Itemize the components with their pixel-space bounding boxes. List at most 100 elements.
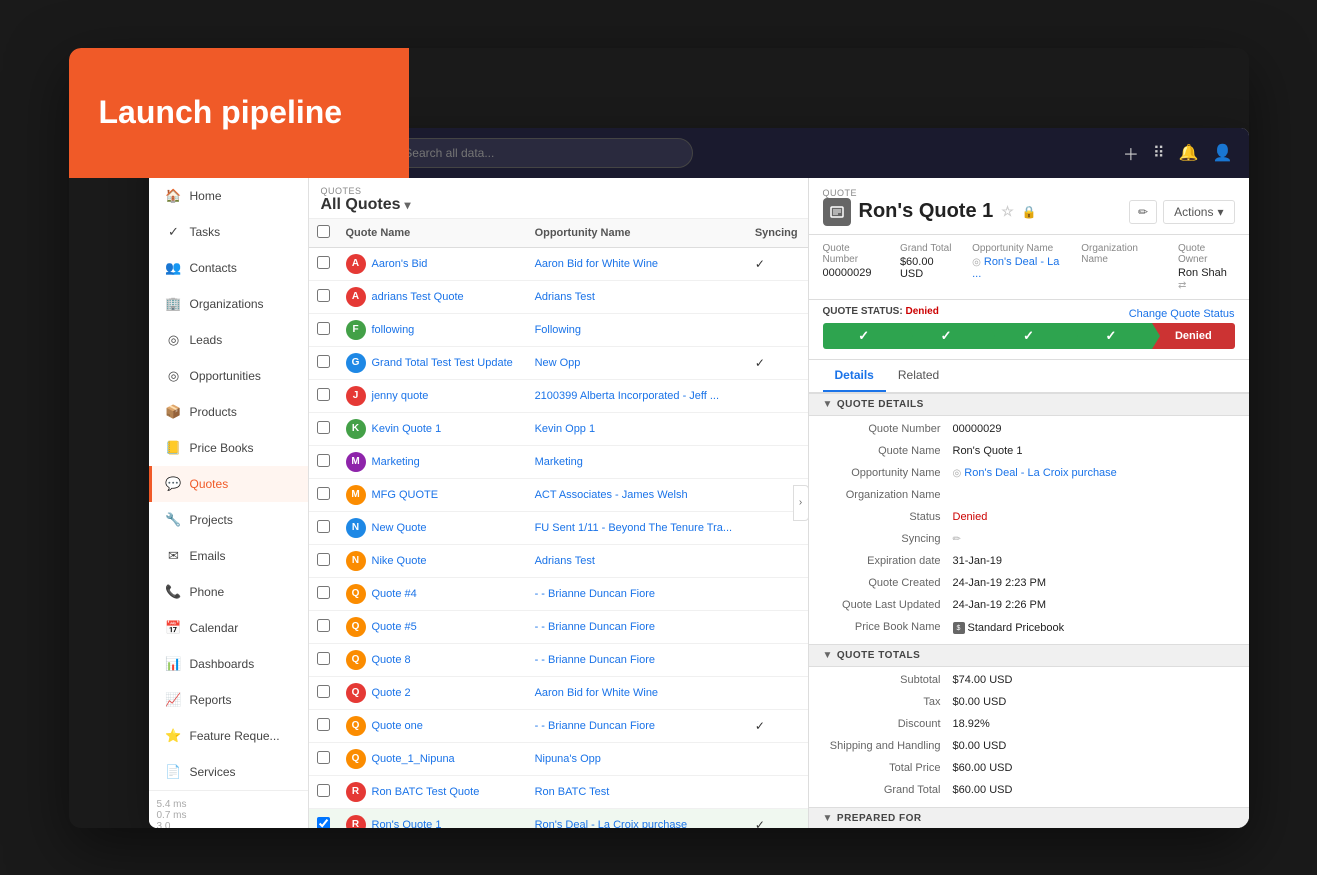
sidebar-item-tasks[interactable]: ✓ Tasks: [149, 214, 308, 250]
quote-name-link[interactable]: Marketing: [372, 456, 420, 468]
tab-details[interactable]: Details: [823, 360, 886, 392]
quote-name-link[interactable]: Nike Quote: [372, 555, 427, 567]
opp-name-link[interactable]: ACT Associates - James Welsh: [535, 489, 688, 501]
tab-related[interactable]: Related: [886, 360, 951, 392]
quote-name-link[interactable]: Aaron's Bid: [372, 258, 428, 270]
quote-name-link[interactable]: jenny quote: [372, 390, 429, 402]
opp-name-link[interactable]: - - Brianne Duncan Fiore: [535, 720, 655, 732]
section-header-quote-totals[interactable]: ▼ QUOTE TOTALS: [809, 644, 1249, 667]
table-row[interactable]: Q Quote one - - Brianne Duncan Fiore ✓: [309, 709, 808, 742]
user-icon[interactable]: 👤: [1213, 143, 1233, 163]
opp-name-link[interactable]: 2100399 Alberta Incorporated - Jeff ...: [535, 390, 719, 402]
quote-name-link[interactable]: Ron's Quote 1: [372, 819, 442, 828]
opp-name-link[interactable]: Kevin Opp 1: [535, 423, 596, 435]
table-row[interactable]: Q Quote #5 - - Brianne Duncan Fiore: [309, 610, 808, 643]
table-row[interactable]: M Marketing Marketing: [309, 445, 808, 478]
bell-icon[interactable]: 🔔: [1179, 143, 1199, 163]
opp-name-link[interactable]: Ron's Deal - La Croix purchase: [535, 819, 688, 828]
plus-icon[interactable]: ＋: [1123, 141, 1139, 165]
opp-name-link[interactable]: Adrians Test: [535, 555, 595, 567]
table-row[interactable]: M MFG QUOTE ACT Associates - James Welsh: [309, 478, 808, 511]
sidebar-item-reports[interactable]: 📈 Reports: [149, 682, 308, 718]
row-checkbox[interactable]: [309, 709, 338, 742]
search-input[interactable]: [373, 138, 693, 168]
sidebar-item-services[interactable]: 📄 Services: [149, 754, 308, 790]
row-checkbox[interactable]: [309, 478, 338, 511]
row-checkbox[interactable]: [309, 445, 338, 478]
row-checkbox[interactable]: [309, 280, 338, 313]
quote-name-link[interactable]: Kevin Quote 1: [372, 423, 442, 435]
sidebar-item-phone[interactable]: 📞 Phone: [149, 574, 308, 610]
sidebar-item-pricebooks[interactable]: 📒 Price Books: [149, 430, 308, 466]
opp-name-link[interactable]: New Opp: [535, 357, 581, 369]
edit-button[interactable]: ✏: [1129, 200, 1157, 224]
sidebar-item-feature-requests[interactable]: ⭐ Feature Reque...: [149, 718, 308, 754]
quote-name-link[interactable]: Quote #4: [372, 588, 417, 600]
table-row[interactable]: G Grand Total Test Test Update New Opp ✓: [309, 346, 808, 379]
row-checkbox[interactable]: [309, 676, 338, 709]
opp-name-link[interactable]: Aaron Bid for White Wine: [535, 687, 659, 699]
select-all-checkbox[interactable]: [317, 225, 330, 238]
row-checkbox[interactable]: [309, 775, 338, 808]
row-checkbox[interactable]: [309, 742, 338, 775]
quotes-dropdown-arrow[interactable]: ▾: [405, 198, 411, 212]
star-icon[interactable]: ☆: [1001, 203, 1014, 220]
quote-name-link[interactable]: Grand Total Test Test Update: [372, 357, 513, 369]
opp-name-link[interactable]: - - Brianne Duncan Fiore: [535, 621, 655, 633]
opp-name-link[interactable]: Aaron Bid for White Wine: [535, 258, 659, 270]
quote-name-link[interactable]: MFG QUOTE: [372, 489, 439, 501]
syncing-edit-icon[interactable]: ✏: [953, 534, 961, 545]
table-row[interactable]: R Ron's Quote 1 Ron's Deal - La Croix pu…: [309, 808, 808, 828]
table-row[interactable]: F following Following: [309, 313, 808, 346]
sidebar-item-opportunities[interactable]: ◎ Opportunities: [149, 358, 308, 394]
row-checkbox[interactable]: [309, 643, 338, 676]
row-checkbox[interactable]: [309, 577, 338, 610]
opp-name-link[interactable]: Marketing: [535, 456, 583, 468]
table-row[interactable]: J jenny quote 2100399 Alberta Incorporat…: [309, 379, 808, 412]
row-checkbox[interactable]: [309, 346, 338, 379]
row-checkbox[interactable]: [309, 412, 338, 445]
row-checkbox[interactable]: [309, 313, 338, 346]
table-row[interactable]: N New Quote FU Sent 1/11 - Beyond The Te…: [309, 511, 808, 544]
row-checkbox[interactable]: [309, 247, 338, 280]
quote-name-link[interactable]: New Quote: [372, 522, 427, 534]
opp-name-link[interactable]: Nipuna's Opp: [535, 753, 601, 765]
quote-name-link[interactable]: following: [372, 324, 415, 336]
search-bar[interactable]: 🔍: [373, 138, 693, 168]
row-checkbox[interactable]: [309, 379, 338, 412]
sidebar-item-home[interactable]: 🏠 Home: [149, 178, 308, 214]
table-row[interactable]: K Kevin Quote 1 Kevin Opp 1: [309, 412, 808, 445]
sidebar-item-dashboards[interactable]: 📊 Dashboards: [149, 646, 308, 682]
table-row[interactable]: Q Quote 2 Aaron Bid for White Wine: [309, 676, 808, 709]
row-checkbox[interactable]: [309, 544, 338, 577]
row-checkbox[interactable]: [309, 808, 338, 828]
quote-name-link[interactable]: adrians Test Quote: [372, 291, 464, 303]
section-header-prepared-for[interactable]: ▼ PREPARED FOR: [809, 807, 1249, 828]
quote-name-link[interactable]: Quote 8: [372, 654, 411, 666]
actions-button[interactable]: Actions ▾: [1163, 200, 1234, 224]
panel-toggle[interactable]: ›: [793, 485, 809, 521]
row-checkbox[interactable]: [309, 511, 338, 544]
table-row[interactable]: N Nike Quote Adrians Test: [309, 544, 808, 577]
table-row[interactable]: A adrians Test Quote Adrians Test: [309, 280, 808, 313]
section-header-quote-details[interactable]: ▼ QUOTE DETAILS: [809, 393, 1249, 416]
opp-name-link[interactable]: Ron BATC Test: [535, 786, 610, 798]
quote-name-link[interactable]: Quote #5: [372, 621, 417, 633]
sidebar-item-calendar[interactable]: 📅 Calendar: [149, 610, 308, 646]
table-row[interactable]: Q Quote 8 - - Brianne Duncan Fiore: [309, 643, 808, 676]
table-row[interactable]: Q Quote_1_Nipuna Nipuna's Opp: [309, 742, 808, 775]
opp-name-link[interactable]: - - Brianne Duncan Fiore: [535, 588, 655, 600]
opp-name-link[interactable]: Following: [535, 324, 581, 336]
quote-name-link[interactable]: Quote one: [372, 720, 423, 732]
opp-name-link[interactable]: FU Sent 1/11 - Beyond The Tenure Tra...: [535, 522, 733, 534]
sidebar-item-organizations[interactable]: 🏢 Organizations: [149, 286, 308, 322]
sidebar-item-contacts[interactable]: 👥 Contacts: [149, 250, 308, 286]
row-checkbox[interactable]: [309, 610, 338, 643]
opp-name-link[interactable]: Adrians Test: [535, 291, 595, 303]
table-row[interactable]: R Ron BATC Test Quote Ron BATC Test: [309, 775, 808, 808]
table-row[interactable]: Q Quote #4 - - Brianne Duncan Fiore: [309, 577, 808, 610]
sidebar-item-leads[interactable]: ◎ Leads: [149, 322, 308, 358]
change-status-link[interactable]: Change Quote Status: [1129, 308, 1235, 320]
sidebar-item-products[interactable]: 📦 Products: [149, 394, 308, 430]
sidebar-item-projects[interactable]: 🔧 Projects: [149, 502, 308, 538]
